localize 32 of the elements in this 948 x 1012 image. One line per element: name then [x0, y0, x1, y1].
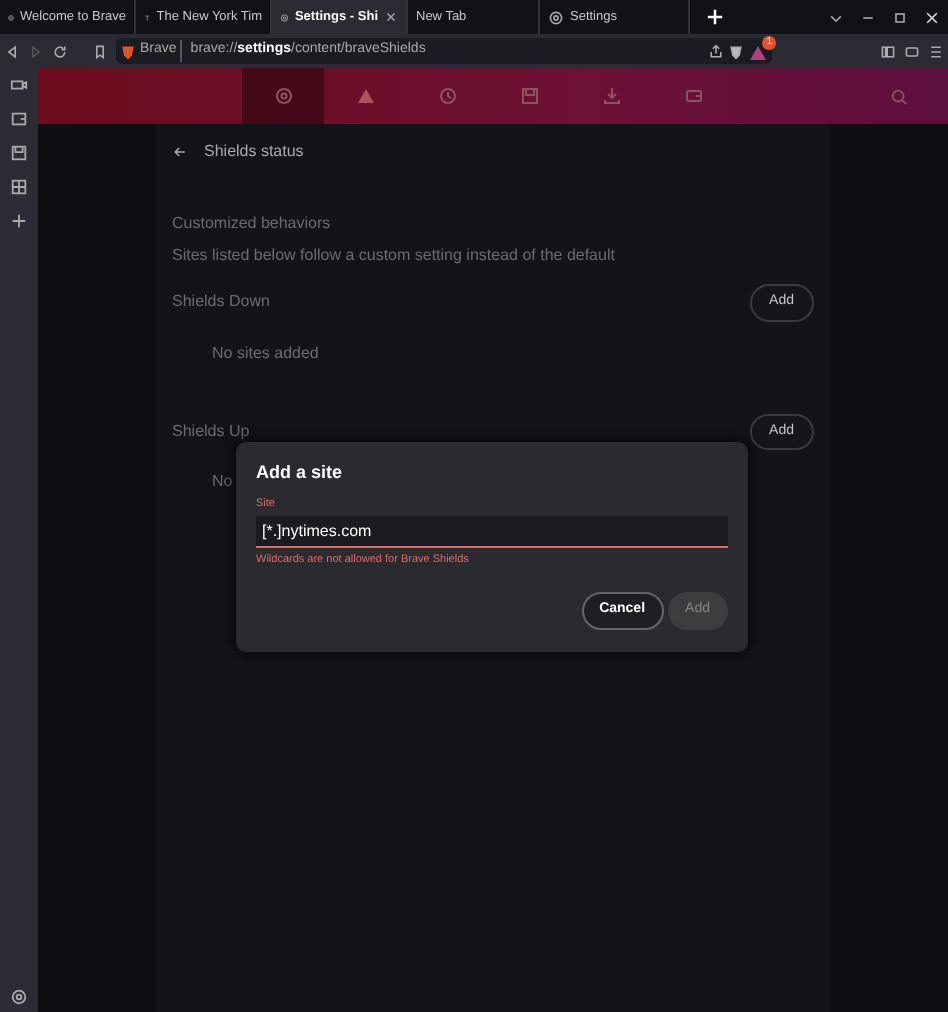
download-icon — [601, 86, 621, 106]
maximize-icon[interactable] — [892, 9, 908, 25]
triangle-icon[interactable] — [748, 41, 768, 61]
newspaper-logo-icon — [144, 9, 151, 25]
plus-icon[interactable] — [10, 212, 28, 230]
sidebar-icon[interactable] — [880, 43, 896, 59]
section-title: Customized behaviors — [172, 212, 333, 236]
dialog-title: Add a site — [256, 460, 345, 486]
reload-icon[interactable] — [52, 43, 68, 59]
empty-message: No — [212, 470, 233, 494]
empty-message: No sites added — [212, 341, 319, 365]
video-icon[interactable] — [10, 76, 28, 94]
share-icon[interactable] — [708, 43, 724, 59]
wallet-icon[interactable] — [10, 110, 28, 128]
wallet-icon — [683, 86, 703, 106]
close-icon[interactable] — [384, 10, 398, 24]
menu-icon[interactable] — [928, 43, 944, 59]
back-icon[interactable] — [4, 43, 20, 59]
bookmark-icon[interactable] — [92, 43, 108, 59]
save-icon — [519, 86, 539, 106]
grid-icon[interactable] — [10, 178, 28, 196]
list-title: Shields Down — [172, 290, 270, 315]
save-icon[interactable] — [10, 144, 28, 162]
triangle-icon — [355, 86, 375, 106]
page-title: Shields status — [204, 140, 304, 164]
history-icon — [437, 86, 457, 106]
section-hint: Sites listed below follow a custom setting instead of the default — [172, 244, 617, 268]
site-field[interactable]: [*.]nytimes.com — [256, 515, 728, 548]
list-title: Shields Up — [172, 419, 250, 444]
settings-icon[interactable] — [10, 988, 28, 1006]
wallet-icon[interactable] — [904, 43, 920, 59]
back-arrow-icon[interactable] — [172, 144, 188, 160]
